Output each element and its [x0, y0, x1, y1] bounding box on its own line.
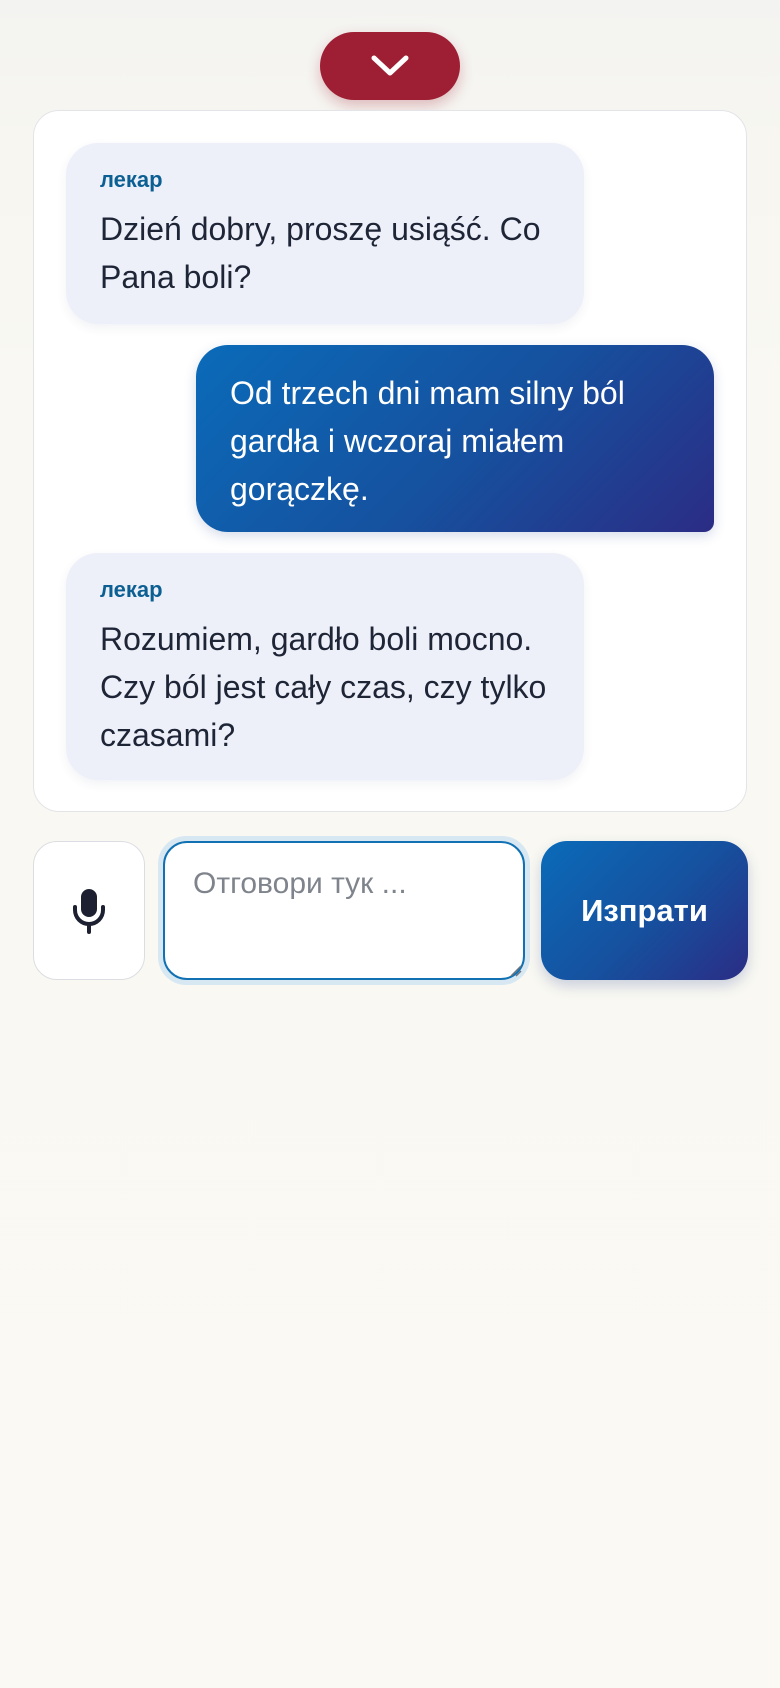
message-input-wrapper: [158, 836, 530, 985]
resize-handle-icon[interactable]: [508, 963, 522, 977]
speaker-label: лекар: [100, 577, 163, 602]
message-text: Rozumiem, gardło boli mocno. Czy ból jes…: [100, 621, 547, 753]
microphone-button[interactable]: [33, 841, 145, 980]
microphone-icon: [73, 888, 105, 934]
chat-panel[interactable]: лекар Dzień dobry, proszę usiąść. Co Pan…: [33, 110, 747, 812]
message-text: Dzień dobry, proszę usiąść. Co Pana boli…: [100, 211, 541, 295]
bot-message: лекар Rozumiem, gardło boli mocno. Czy b…: [66, 553, 584, 780]
chevron-down-icon: [371, 55, 409, 76]
message-text: Od trzech dni mam silny ból gardła i wcz…: [230, 375, 625, 507]
user-message: Od trzech dni mam silny ból gardła i wcz…: [196, 345, 714, 532]
message-input[interactable]: [163, 841, 525, 980]
collapse-chat-button[interactable]: [320, 32, 460, 100]
speaker-label: лекар: [100, 167, 163, 192]
bot-message: лекар Dzień dobry, proszę usiąść. Co Pan…: [66, 143, 584, 324]
send-button[interactable]: Изпрати: [541, 841, 748, 980]
